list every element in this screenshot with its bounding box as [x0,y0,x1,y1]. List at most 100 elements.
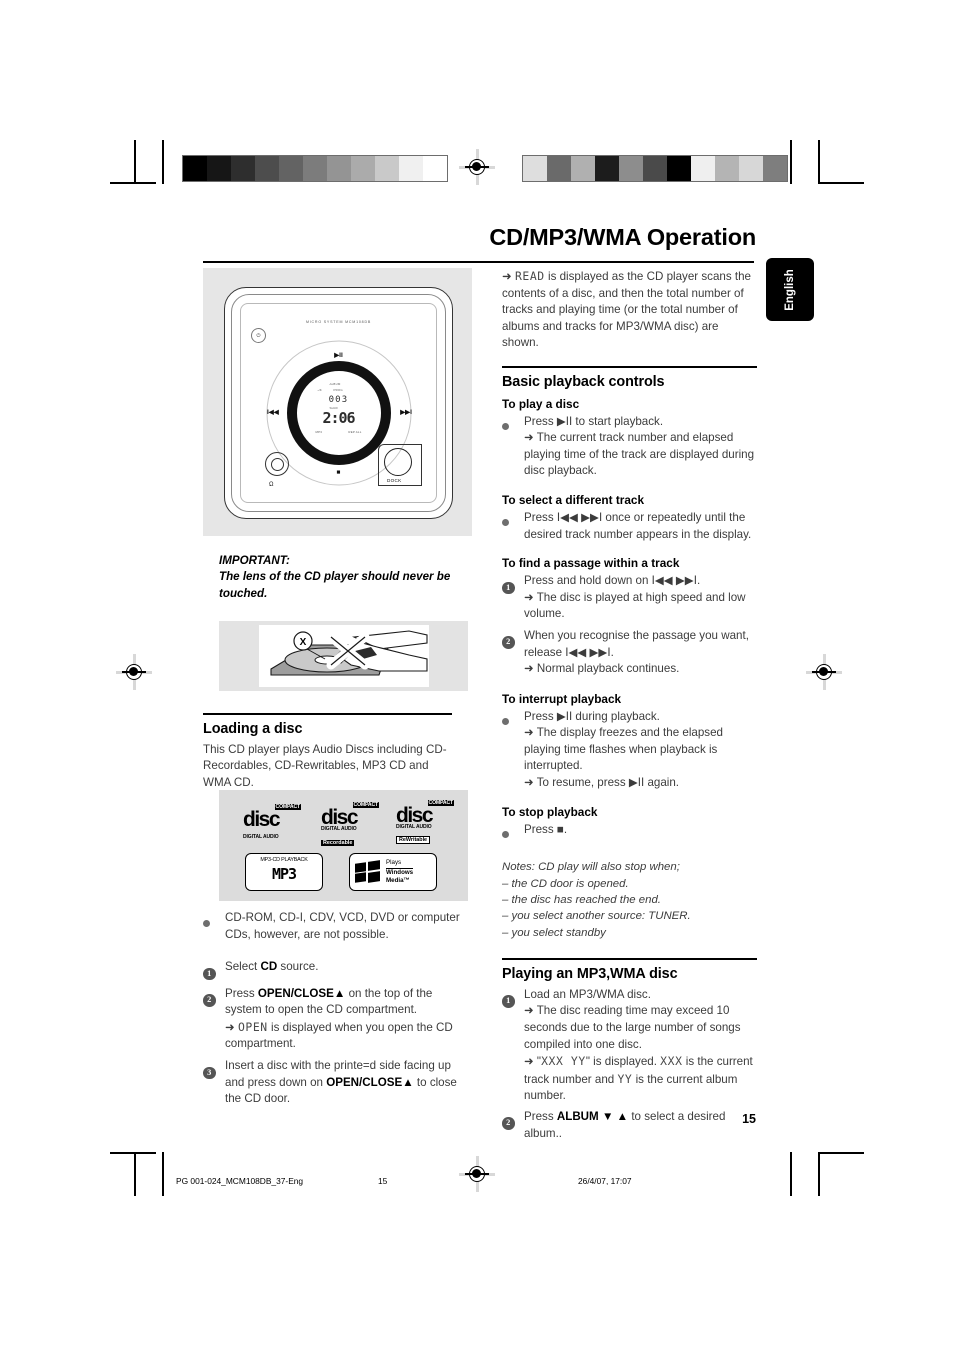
interrupt-arrow-1: ➜ The display freezes and the elapsed pl… [524,726,723,773]
select-item: Press I◀◀ ▶▶I once or repeatedly until t… [502,510,757,543]
mp3-logo-title: MP3-CD PLAYBACK [260,857,308,863]
calibration-swatch-5 [643,156,667,181]
stop-button-icon[interactable]: ■ [337,469,341,476]
bullet-icon [203,910,225,943]
important-notice: IMPORTANT: The lens of the CD player sho… [219,553,475,602]
figure-micro-system-unit: MICRO SYSTEM MCM108DB ⏻ ▶II I◀◀ ▶▶I ■ TR… [203,268,472,536]
footer-filename: PG 001-024_MCM108DB_37-Eng [176,1176,304,1186]
unit-brand-label: MICRO SYSTEM MCM108DB [305,320,372,324]
wm-line-plays: Plays [386,859,414,869]
note-item: – you select standby [502,926,606,939]
display-track-number: 003 [328,395,349,405]
unit-display: TRK PROG ALBUM 003 SHUF 2:06 MP3 REP ALL [307,382,370,444]
standby-glyph: ⏻ [256,332,261,339]
step-number: 1 [502,581,515,595]
grayscale-calibration-bar-right [522,155,788,182]
bullet-icon [502,510,524,543]
calibration-swatch-9 [399,156,423,181]
headphone-jack-icon [265,452,289,476]
mp3-heading: Playing an MP3,WMA disc [502,965,678,982]
interrupt-item: Press ▶II during playback. ➜ The display… [502,709,757,792]
mp3-2-bold: ALBUM ▼ ▲ [556,1109,629,1123]
loading-heading: Loading a disc [203,720,303,737]
logo-compact-disc-digital-audio: COMPACT disc DIGITAL AUDIO [241,802,301,842]
crop-mark-br-v2 [790,1152,792,1196]
notes-title: Notes: CD play will also stop when; [502,861,680,874]
crop-mark-br-v [818,1152,820,1196]
calibration-swatch-3 [255,156,279,181]
mp3-step-1-text: Load an MP3/WMA disc. ➜ The disc reading… [524,987,757,1105]
calibration-swatch-1 [547,156,571,181]
step-1-post: source. [277,960,319,974]
calibration-swatch-7 [691,156,715,181]
next-button-icon[interactable]: ▶▶I [400,408,412,416]
passage-step-2: 2 When you recognise the passage you wan… [502,628,757,678]
interrupt-text: Press ▶II during playback. ➜ The display… [524,709,757,792]
crop-mark-br-h [818,1152,864,1154]
calibration-swatch-10 [763,156,787,181]
step-number-icon: 1 [502,987,524,1105]
loading-rule [203,713,452,715]
wm-line-windows: Windows [386,868,414,876]
step-1-pre: Select [225,960,261,974]
previous-button-icon[interactable]: I◀◀ [267,408,279,416]
crop-mark-bl-v2 [162,1152,164,1196]
basic-playback-heading: Basic playback controls [502,373,665,390]
bullet-icon [502,822,524,844]
crop-mark-bl-v [134,1152,136,1196]
passage-2-line: When you recognise the passage you want,… [524,628,749,659]
step-number: 2 [502,636,515,649]
step-2: 2 Press OPEN/CLOSE▲ on the top of the sy… [203,986,465,1053]
step-number-icon: 2 [502,628,524,678]
calibration-swatch-7 [351,156,375,181]
logo-rewritable-tag: ReWritable [396,836,431,844]
select-track-heading: To select a different track [502,492,645,507]
step-number: 1 [502,995,515,1008]
loading-text: This CD player plays Audio Discs includi… [203,742,447,789]
windows-flag-icon [355,860,381,883]
calibration-swatch-9 [739,156,763,181]
stop-notes: Notes: CD play will also stop when; – th… [502,859,757,941]
registration-target-right [806,654,842,690]
stop-item: Press ■. [502,822,757,844]
figure-disc-format-logos: COMPACT disc DIGITAL AUDIO COMPACT disc … [219,790,468,901]
lens-x-marker: X [300,637,307,648]
mp3-step-2: 2 Press ALBUM ▼ ▲ to select a desired al… [502,1109,757,1142]
basic-playback-rule [502,365,757,368]
select-text: Press I◀◀ ▶▶I once or repeatedly until t… [524,510,752,541]
display-elapsed-time: 2:06 [322,409,355,427]
note-item: – the disc has reached the end. [502,893,661,906]
calibration-swatch-10 [423,156,447,181]
interrupt-line: Press ▶II during playback. [524,709,660,723]
mp3-lcd-xxxyy: XXX YY [541,1054,586,1069]
logo-compact-disc-rewritable: COMPACT disc DIGITAL AUDIO ReWritable [394,798,454,844]
dock-connector[interactable]: DOCK [378,444,422,486]
unit-front-panel: MICRO SYSTEM MCM108DB ⏻ ▶II I◀◀ ▶▶I ■ TR… [240,303,437,503]
step-number-icon: 1 [502,573,524,623]
calibration-swatch-3 [595,156,619,181]
step-3-text: Insert a disc with the printe=d side fac… [225,1058,465,1108]
passage-step-1-text: Press and hold down on I◀◀ ▶▶I. ➜ The di… [524,573,757,623]
logo-plays-windows-media: Plays Windows Media™ [349,853,437,891]
play-text: Press ▶II to start playback. ➜ The curre… [524,414,757,480]
step-number-icon: 3 [203,1058,225,1108]
interrupt-arrow-2: ➜ To resume, press ▶II again. [524,776,680,790]
logo-compact-disc-recordable: COMPACT disc DIGITAL AUDIO Recordable [319,800,379,846]
wm-line-media: Media™ [386,876,410,884]
passage-step-1: 1 Press and hold down on I◀◀ ▶▶I. ➜ The … [502,573,757,623]
step-number: 2 [203,994,216,1007]
play-item: Press ▶II to start playback. ➜ The curre… [502,414,757,480]
headphone-label: Ω [269,482,274,488]
registration-target-top [459,149,495,185]
footer-datetime: 26/4/07, 17:07 [578,1176,632,1186]
crop-mark-tr-v2 [790,140,792,184]
step-number: 1 [203,967,216,981]
step-2-arrow: ➜ [225,1020,238,1034]
step-number-icon: 2 [502,1109,524,1142]
step-1-text: Select CD source. [225,959,465,981]
play-pause-button-icon[interactable]: ▶II [334,351,343,359]
note-item: – you select another source: TUNER. [502,910,691,923]
grayscale-calibration-bar-left [182,155,448,182]
page-title: CD/MP3/WMA Operation [489,224,756,250]
standby-button-icon[interactable]: ⏻ [251,328,266,343]
